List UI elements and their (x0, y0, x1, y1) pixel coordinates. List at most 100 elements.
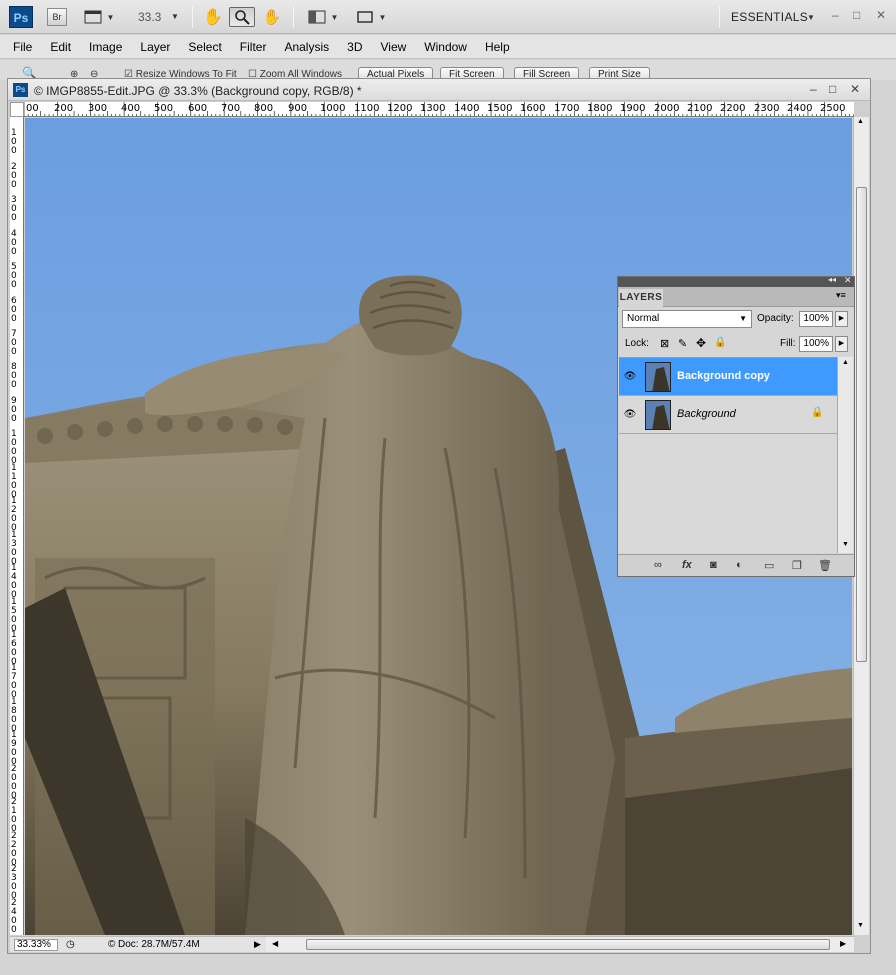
lock-transparent-icon[interactable]: ⊠ (660, 337, 669, 350)
menu-select[interactable]: Select (188, 40, 221, 54)
ruler-label: 1800 (587, 103, 613, 114)
ruler-label: 00 (26, 103, 39, 114)
lock-image-brush-icon[interactable]: ✎ (678, 337, 687, 350)
horizontal-scrollbar[interactable]: ◀ ▶ (266, 936, 854, 952)
layer-row-background-copy[interactable]: 👁 Background copy (619, 358, 837, 396)
scroll-down-icon[interactable]: ▼ (842, 541, 849, 548)
layers-panel: ◂◂ ✕ LAYERS ▾≡ Normal ▼ Opacity: 100% ▶ … (617, 275, 855, 577)
layer-style-fx-icon[interactable]: fx (682, 559, 692, 571)
panel-footer: ∞ fx ◙ ◐ ▭ ❐ 🗑 (618, 554, 854, 576)
ruler-label: 5 0 0 (11, 262, 17, 290)
fill-input[interactable]: 100% (799, 336, 833, 352)
tab-layers[interactable]: LAYERS (619, 289, 663, 307)
ruler-label: 1 0 0 (11, 128, 17, 156)
panel-menu-icon[interactable]: ▾≡ (836, 290, 846, 301)
ruler-label: 2000 (654, 103, 680, 114)
document-tab[interactable]: Ps © IMGP8855-Edit.JPG @ 33.3% (Backgrou… (8, 79, 870, 101)
opacity-slider-arrow-icon[interactable]: ▶ (835, 311, 848, 327)
scroll-left-icon[interactable]: ◀ (272, 939, 278, 948)
ruler-label: 1700 (554, 103, 580, 114)
close-panel-icon[interactable]: ✕ (844, 275, 852, 286)
menu-view[interactable]: View (380, 40, 406, 54)
ruler-label: 1600 (520, 103, 546, 114)
fill-slider-arrow-icon[interactable]: ▶ (835, 336, 848, 352)
new-group-folder-icon[interactable]: ▭ (764, 559, 774, 572)
layer-thumbnail (645, 400, 671, 430)
close-app-icon[interactable]: ✕ (876, 8, 886, 22)
ruler-label: 9 0 0 (11, 396, 17, 424)
menu-edit[interactable]: Edit (50, 40, 71, 54)
link-layers-icon[interactable]: ∞ (654, 559, 662, 571)
horizontal-scroll-thumb[interactable] (306, 939, 830, 950)
workspace-caret[interactable]: ▼ (807, 13, 815, 22)
menu-window[interactable]: Window (424, 40, 467, 54)
menu-help[interactable]: Help (485, 40, 510, 54)
visibility-eye-icon[interactable]: 👁 (622, 369, 638, 385)
scroll-down-icon[interactable]: ▼ (857, 922, 864, 929)
screen-mode-button[interactable]: ▼ (353, 7, 389, 27)
vertical-ruler[interactable]: 1 0 0 2 0 0 3 0 0 4 0 0 5 0 0 6 0 0 7 0 … (10, 117, 24, 935)
hand-tool-icon[interactable]: ✋ (203, 7, 223, 27)
ruler-label: 1 6 0 0 (11, 630, 17, 667)
menu-analysis[interactable]: Analysis (284, 40, 329, 54)
adjustment-layer-icon[interactable]: ◐ (736, 559, 743, 571)
workspace-switcher[interactable]: ESSENTIALS (731, 10, 808, 24)
zoom-tool-icon[interactable] (229, 7, 255, 27)
scroll-right-icon[interactable]: ▶ (840, 939, 846, 948)
layer-row-background[interactable]: 👁 Background 🔒 (619, 396, 837, 434)
zoom-level-value[interactable]: 33.3 (138, 10, 161, 24)
lock-position-move-icon[interactable]: ✥ (696, 336, 706, 350)
menu-image[interactable]: Image (89, 40, 122, 54)
horizontal-ruler[interactable]: 00 200 300 400 500 600 700 800 900 1000 … (24, 102, 854, 117)
lock-all-icon[interactable]: 🔒 (714, 337, 726, 348)
panel-header[interactable]: ◂◂ ✕ (618, 275, 854, 287)
ruler-label: 2 0 0 0 (11, 764, 17, 801)
layer-name[interactable]: Background (677, 408, 736, 420)
menu-layer[interactable]: Layer (140, 40, 170, 54)
opacity-input[interactable]: 100% (799, 311, 833, 327)
menu-3d[interactable]: 3D (347, 40, 362, 54)
minimize-app-icon[interactable]: – (832, 8, 839, 22)
maximize-document-icon[interactable]: □ (829, 82, 836, 96)
zoom-dropdown-caret[interactable]: ▼ (171, 12, 179, 21)
opacity-label: Opacity: (757, 313, 794, 324)
blend-mode-select[interactable]: Normal ▼ (622, 310, 752, 328)
photoshop-logo: Ps (9, 6, 33, 28)
layer-thumbnail (645, 362, 671, 392)
visibility-eye-icon[interactable]: 👁 (622, 407, 638, 423)
new-layer-icon[interactable]: ❐ (792, 559, 802, 572)
bridge-button[interactable]: Br (47, 8, 67, 26)
rotate-view-icon[interactable]: ✋ (262, 7, 282, 27)
view-extras-button[interactable]: ▼ (82, 7, 116, 27)
layer-name[interactable]: Background copy (677, 370, 770, 382)
ruler-label: 2 0 0 (11, 162, 17, 190)
lock-label: Lock: (625, 338, 649, 349)
ruler-origin[interactable] (10, 102, 24, 117)
status-bar: 33.33% ◷ © Doc: 28.7M/57.4M ▶ (10, 936, 266, 952)
status-menu-arrow-icon[interactable]: ▶ (254, 939, 261, 950)
status-options-icon[interactable]: ◷ (66, 939, 75, 950)
vertical-scroll-thumb[interactable] (856, 187, 867, 662)
minimize-document-icon[interactable]: – (810, 82, 817, 96)
scroll-up-icon[interactable]: ▲ (842, 359, 849, 366)
scroll-up-icon[interactable]: ▲ (857, 118, 864, 125)
menu-filter[interactable]: Filter (240, 40, 267, 54)
close-document-icon[interactable]: ✕ (850, 82, 860, 96)
ruler-label: 200 (54, 103, 74, 114)
film-icon (84, 10, 102, 24)
delete-layer-trash-icon[interactable]: 🗑 (818, 559, 832, 572)
screen-mode-icon (356, 11, 373, 23)
collapse-panel-icon[interactable]: ◂◂ (828, 275, 836, 284)
maximize-app-icon[interactable]: □ (853, 8, 860, 22)
vertical-scrollbar[interactable]: ▲ ▼ (853, 117, 869, 935)
document-size: Doc: 28.7M/57.4M (118, 939, 200, 950)
menu-file[interactable]: File (13, 40, 32, 54)
options-bar: 🔍 ⊕ ⊖ ☑ Resize Windows To Fit ☐ Zoom All… (0, 60, 896, 80)
layers-scrollbar[interactable]: ▲ ▼ (837, 357, 853, 553)
ruler-label: 2400 (787, 103, 813, 114)
add-mask-icon[interactable]: ◙ (710, 559, 717, 571)
status-zoom-field[interactable]: 33.33% (14, 939, 58, 951)
ruler-label: 2 4 0 0 (11, 898, 17, 935)
arrange-documents-button[interactable]: ▼ (305, 7, 341, 27)
arrange-icon (308, 10, 326, 24)
